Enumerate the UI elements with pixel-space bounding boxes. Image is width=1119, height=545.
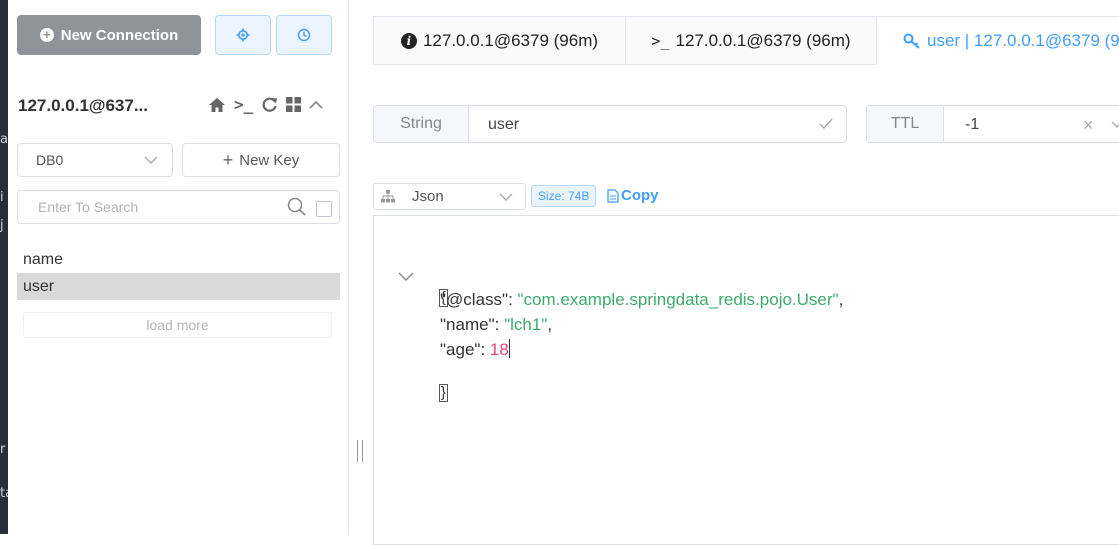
format-select[interactable]: Json (373, 183, 526, 210)
tab-bar: i 127.0.0.1@6379 (96m) >_ 127.0.0.1@6379… (373, 16, 1119, 66)
format-value: Json (412, 188, 444, 205)
chevron-down-icon[interactable] (1111, 106, 1119, 144)
load-more-button[interactable]: load more (23, 312, 332, 338)
db-select[interactable]: DB0 (17, 143, 173, 177)
ttl-group: TTL -1 × (866, 105, 1119, 143)
plus-circle-icon: + (39, 28, 54, 42)
settings-icon (236, 28, 250, 42)
tab-label: 127.0.0.1@6379 (96m) (422, 30, 599, 50)
bg-fragment: i (0, 190, 4, 205)
tree-icon (381, 190, 395, 203)
json-string-value: "com.example.springdata_redis.pojo.User" (517, 290, 839, 309)
connection-toolbar: >_ (208, 95, 323, 114)
plus-icon: + (222, 149, 234, 170)
grid-icon[interactable] (286, 97, 302, 112)
text-cursor (508, 339, 510, 358)
close-icon[interactable]: × (1083, 106, 1094, 144)
key-list-item[interactable]: name (17, 246, 340, 273)
key-list-item-selected[interactable]: user (17, 273, 340, 300)
json-key: "age" (440, 340, 481, 359)
ttl-label: TTL (867, 106, 944, 142)
value-editor[interactable]: { "@class": "com.example.springdata_redi… (373, 215, 1119, 545)
tab-label: user | 127.0.0.1@6379 (96 (927, 30, 1119, 50)
terminal-icon: >_ (651, 31, 670, 50)
json-line: "name": "lch1", (440, 315, 553, 334)
background-window-edge: a i j r ta (0, 0, 13, 534)
new-key-button[interactable]: + New Key (182, 143, 340, 177)
json-key: "name" (440, 315, 495, 334)
resize-handle[interactable] (357, 440, 363, 462)
json-close-brace: } (438, 384, 448, 402)
new-connection-label: New Connection (60, 26, 179, 44)
db-select-value: DB0 (36, 152, 64, 168)
json-key: "@class" (440, 290, 509, 309)
chevron-down-icon (499, 193, 513, 201)
tab-key-user[interactable]: user | 127.0.0.1@6379 (96 (876, 16, 1119, 65)
document-icon (607, 188, 619, 203)
fold-chevron-icon[interactable] (398, 271, 414, 281)
key-icon (903, 33, 920, 49)
ttl-input[interactable]: -1 (965, 106, 979, 144)
settings-button[interactable] (215, 15, 271, 55)
sidebar: + New Connection 127.0.0.1@637... >_ DB0… (8, 0, 349, 534)
tab-label: 127.0.0.1@6379 (96m) (675, 30, 851, 50)
search-icon[interactable] (287, 197, 307, 217)
connection-name[interactable]: 127.0.0.1@637... (18, 96, 148, 116)
json-string-value: "lch1" (504, 315, 548, 334)
history-icon (297, 28, 311, 42)
bg-fragment: r (0, 442, 6, 457)
search-input[interactable] (36, 198, 280, 216)
tab-connection-info[interactable]: i 127.0.0.1@6379 (96m) (373, 16, 626, 65)
key-search (17, 190, 340, 224)
json-line: "age": 18 (440, 339, 510, 359)
refresh-icon[interactable] (261, 96, 278, 113)
size-badge: Size: 74B (531, 185, 597, 207)
info-icon: i (400, 32, 417, 49)
check-icon[interactable] (818, 114, 834, 134)
chevron-up-icon[interactable] (309, 100, 323, 110)
new-key-label: New Key (239, 151, 300, 169)
copy-label: Copy (621, 187, 659, 204)
bg-fragment: a (0, 132, 8, 147)
home-icon[interactable] (208, 97, 226, 113)
copy-button[interactable]: Copy (607, 187, 659, 204)
tab-connection-cli[interactable]: >_ 127.0.0.1@6379 (96m) (625, 16, 877, 65)
key-name-group: String user (373, 105, 847, 143)
history-button[interactable] (276, 15, 332, 55)
terminal-icon[interactable]: >_ (234, 95, 253, 114)
json-line: "@class": "com.example.springdata_redis.… (440, 290, 844, 309)
chevron-down-icon (144, 156, 158, 164)
key-type-label: String (374, 106, 469, 142)
json-number-value: 18 (489, 340, 509, 359)
bg-fragment: j (0, 218, 4, 233)
key-name-input[interactable]: user (488, 106, 519, 144)
new-connection-button[interactable]: + New Connection (17, 15, 201, 55)
exact-search-checkbox[interactable] (316, 201, 332, 217)
